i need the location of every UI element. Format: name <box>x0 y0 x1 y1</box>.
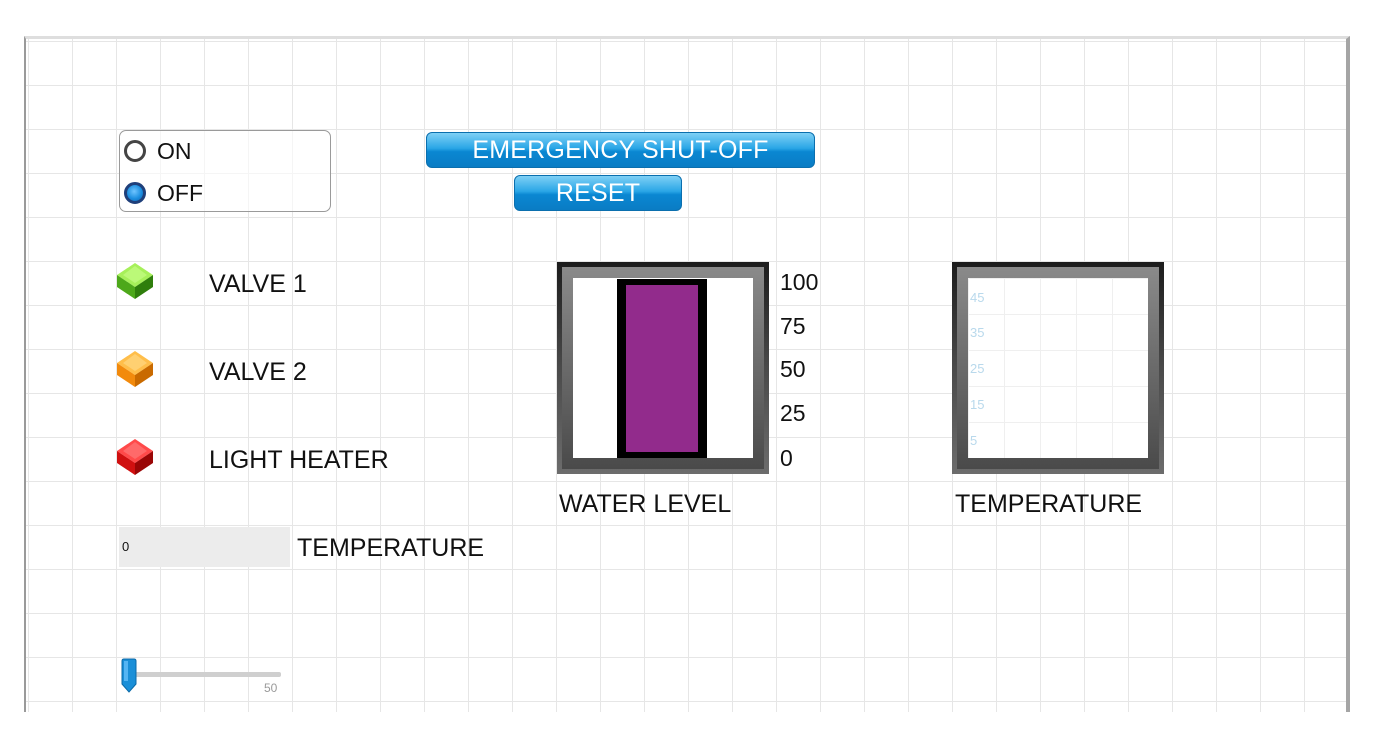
temperature-readout-label: TEMPERATURE <box>297 534 485 562</box>
light-heater-led-icon <box>117 439 153 475</box>
temperature-chart-frame: 45 35 25 15 5 <box>952 262 1164 474</box>
temperature-tick-35: 35 <box>970 325 985 340</box>
radio-off-circle-icon[interactable] <box>124 182 146 204</box>
temperature-chart-label: TEMPERATURE <box>955 490 1143 518</box>
power-radio-group: ON OFF <box>119 130 331 212</box>
temperature-slider-thumb[interactable] <box>121 658 137 694</box>
water-level-scale-100: 100 <box>780 269 819 295</box>
slider-max-label: 50 <box>264 681 278 695</box>
water-level-scale-0: 0 <box>780 445 793 471</box>
temperature-slider-track[interactable] <box>123 672 281 677</box>
emergency-shutoff-button[interactable]: EMERGENCY SHUT-OFF <box>426 132 815 168</box>
water-level-scale-50: 50 <box>780 356 806 382</box>
water-level-column <box>617 279 707 458</box>
valve-1-label: VALVE 1 <box>209 270 307 298</box>
water-level-scale-25: 25 <box>780 400 806 426</box>
light-heater-label: LIGHT HEATER <box>209 446 389 474</box>
temperature-readout-field: 0 <box>119 527 290 567</box>
reset-button[interactable]: RESET <box>514 175 682 211</box>
valve-1-led-icon <box>117 263 153 299</box>
radio-on-circle-icon[interactable] <box>124 140 146 162</box>
water-level-tank <box>557 262 769 474</box>
radio-off[interactable]: OFF <box>124 177 203 209</box>
valve-2-led-icon <box>117 351 153 387</box>
water-level-fill <box>626 285 698 452</box>
hmi-canvas: ON OFF EMERGENCY SHUT-OFF RESET VALVE 1 … <box>24 36 1350 712</box>
temperature-tick-45: 45 <box>970 290 985 305</box>
radio-off-label[interactable]: OFF <box>157 180 203 207</box>
water-level-scale-75: 75 <box>780 313 806 339</box>
temperature-tick-5: 5 <box>970 433 978 448</box>
temperature-tick-15: 15 <box>970 397 985 412</box>
radio-on-label[interactable]: ON <box>157 138 192 165</box>
water-level-label: WATER LEVEL <box>559 490 732 518</box>
temperature-tick-25: 25 <box>970 361 985 376</box>
temperature-chart-plot <box>968 278 1148 458</box>
radio-on[interactable]: ON <box>124 135 192 167</box>
valve-2-label: VALVE 2 <box>209 358 307 386</box>
